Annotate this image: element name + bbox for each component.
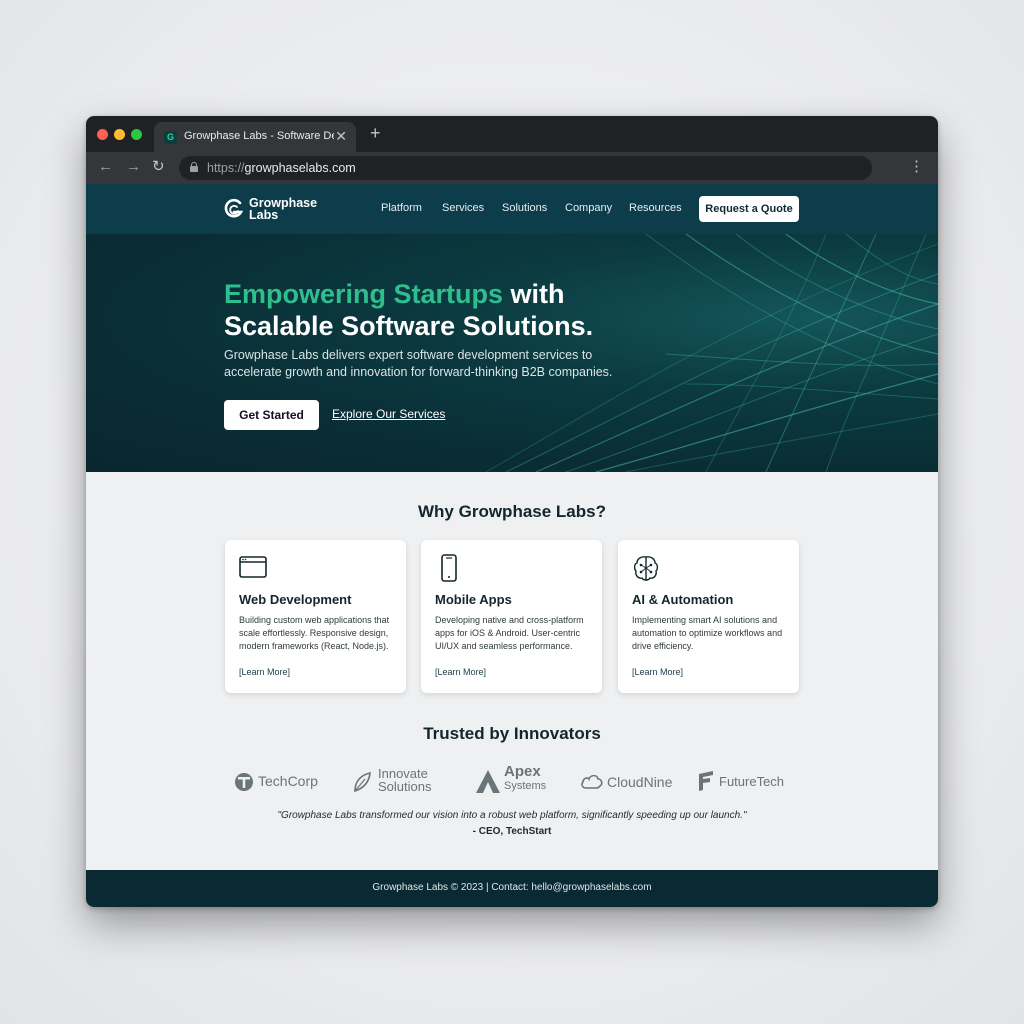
url-scheme: https:// — [207, 161, 245, 175]
hero-title: Empowering Startups with Scalable Softwa… — [224, 278, 724, 342]
futuretech-logo-icon — [699, 771, 713, 791]
request-quote-button[interactable]: Request a Quote — [699, 196, 799, 222]
service-card-web: Web Development Building custom web appl… — [225, 540, 406, 693]
brand-futuretech: FutureTech — [697, 767, 797, 795]
reload-icon[interactable]: ↻ — [152, 158, 165, 176]
learn-more-link[interactable]: [Learn More] — [435, 667, 486, 677]
hero-title-rest: with — [503, 279, 565, 309]
maximize-window-button[interactable] — [131, 129, 142, 140]
logo-line-2: Labs — [249, 208, 279, 222]
browser-window-icon — [239, 556, 267, 578]
testimonial-author: - CEO, TechStart — [472, 826, 552, 837]
service-card-mobile: Mobile Apps Developing native and cross-… — [421, 540, 602, 693]
why-section-title: Why Growphase Labs? — [418, 502, 606, 521]
close-tab-icon[interactable]: ✕ — [335, 128, 347, 145]
site-navbar: Growphase Labs Platform Services Solutio… — [86, 184, 938, 234]
leaf-logo-icon — [354, 771, 371, 793]
learn-more-link[interactable]: [Learn More] — [632, 667, 683, 677]
url-host: growphaselabs.com — [244, 161, 356, 175]
learn-more-link[interactable]: [Learn More] — [239, 667, 290, 677]
brand-name: FutureTech — [719, 774, 785, 789]
hero-subtitle: Growphase Labs delivers expert software … — [224, 348, 613, 379]
brand-name-line-2: Systems — [504, 780, 547, 792]
card-title: AI & Automation — [632, 592, 734, 607]
browser-tab-active[interactable]: G Growphase Labs - Software De ✕ — [154, 122, 356, 152]
url-text[interactable]: https://growphaselabs.com — [207, 161, 356, 175]
brand-name-line-2: Solutions — [378, 779, 432, 794]
brand-cloudnine: CloudNine — [580, 767, 680, 795]
footer-text: Growphase Labs © 2023 | Contact: hello@g… — [372, 882, 652, 893]
brand-name: CloudNine — [607, 774, 673, 790]
browser-toolbar: ← → ↻ https://growphaselabs.com ⋮ — [86, 152, 938, 184]
hero-title-line-2: Scalable Software Solutions. — [224, 311, 594, 341]
nav-link-platform[interactable]: Platform — [381, 202, 422, 214]
nav-link-resources[interactable]: Resources — [629, 202, 682, 214]
nav-link-company[interactable]: Company — [565, 202, 612, 214]
card-title: Web Development — [239, 592, 352, 607]
hero-title-accent: Empowering Startups — [224, 279, 504, 309]
ai-brain-icon — [633, 556, 659, 581]
tab-title: Growphase Labs - Software De — [184, 130, 334, 142]
brand-techcorp: TechCorp — [234, 767, 334, 795]
nav-link-services[interactable]: Services — [442, 202, 484, 214]
logo-text: Growphase Labs — [249, 197, 339, 222]
new-tab-button[interactable]: + — [370, 124, 381, 142]
favicon-icon: G — [164, 131, 177, 144]
address-bar[interactable]: https://growphaselabs.com — [179, 156, 872, 180]
growphase-logo-icon — [224, 198, 244, 218]
web-page: Growphase Labs Platform Services Solutio… — [86, 184, 938, 907]
site-footer: Growphase Labs © 2023 | Contact: hello@g… — [86, 870, 938, 907]
brand-innovate-solutions: Innovate Solutions — [352, 767, 452, 795]
brand-name: Innovate Solutions — [378, 767, 431, 793]
service-card-ai: AI & Automation Implementing smart AI so… — [618, 540, 799, 693]
nav-link-solutions[interactable]: Solutions — [502, 202, 547, 214]
back-icon[interactable]: ← — [98, 158, 113, 176]
explore-services-link[interactable]: Explore Our Services — [332, 407, 445, 421]
tab-strip: G Growphase Labs - Software De ✕ + — [86, 116, 938, 152]
card-description: Building custom web applications that sc… — [239, 615, 390, 651]
cloud-logo-icon — [581, 774, 603, 789]
get-started-button[interactable]: Get Started — [224, 400, 319, 430]
trusted-section-title: Trusted by Innovators — [423, 724, 601, 743]
brand-apex-systems: Apex Systems — [474, 763, 564, 795]
brand-name: Apex Systems — [504, 763, 547, 793]
techcorp-logo-icon — [235, 773, 253, 791]
browser-window: G Growphase Labs - Software De ✕ + ← → ↻… — [86, 116, 938, 907]
smartphone-icon — [441, 554, 457, 582]
card-description: Implementing smart AI solutions and auto… — [632, 615, 783, 651]
lock-icon — [190, 162, 198, 172]
forward-icon[interactable]: → — [126, 158, 141, 176]
close-window-button[interactable] — [97, 129, 108, 140]
minimize-window-button[interactable] — [114, 129, 125, 140]
brand-name: TechCorp — [258, 773, 318, 789]
browser-menu-icon[interactable]: ⋮ — [909, 158, 924, 176]
hero-section: Empowering Startups with Scalable Softwa… — [86, 234, 938, 472]
brand-name-line-1: Apex — [504, 763, 541, 780]
apex-logo-icon — [476, 770, 500, 793]
testimonial-quote: "Growphase Labs transformed our vision i… — [277, 810, 747, 821]
card-description: Developing native and cross-platform app… — [435, 615, 584, 651]
card-title: Mobile Apps — [435, 592, 512, 607]
